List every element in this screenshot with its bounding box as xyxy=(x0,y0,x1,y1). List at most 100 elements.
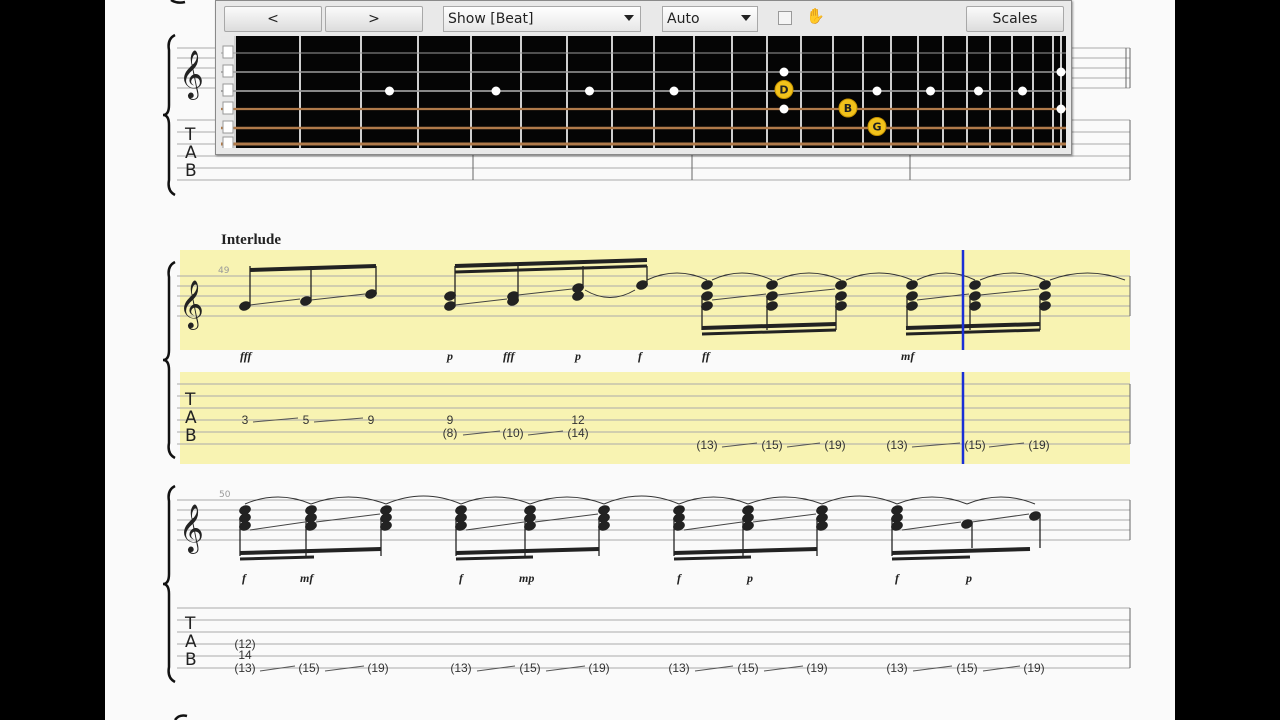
tab-fret-number: (15) xyxy=(956,661,977,675)
tab-fret-number: (13) xyxy=(886,438,907,452)
tab-fret-number: (13) xyxy=(450,661,471,675)
tab-fret-number: (19) xyxy=(588,661,609,675)
tab-fret-number: 9 xyxy=(368,413,375,427)
slide-line xyxy=(465,521,525,531)
scales-button[interactable]: Scales xyxy=(966,6,1064,32)
inlay-dot xyxy=(872,86,882,96)
open-string-marker xyxy=(222,136,234,148)
beam xyxy=(239,547,382,555)
inlay-dot xyxy=(385,86,394,96)
system-brace xyxy=(173,714,188,720)
tab-fret-number: 9 xyxy=(447,413,454,427)
tab-fret-number: (10) xyxy=(502,426,523,440)
hand-icon[interactable]: ✋ xyxy=(806,7,825,25)
measure-number: 49 xyxy=(218,266,230,276)
measure-number: 50 xyxy=(219,490,231,500)
section-label: Interlude xyxy=(221,232,281,248)
dynamic-mark: p xyxy=(574,349,581,363)
tab-fret-number: (19) xyxy=(1023,661,1044,675)
beam xyxy=(239,555,315,561)
show-mode-select[interactable]: Show [Beat] xyxy=(443,6,641,32)
chevron-down-icon xyxy=(624,15,634,21)
tab-fret-number: (15) xyxy=(761,438,782,452)
inlay-dot xyxy=(1056,104,1066,114)
show-mode-value: Show [Beat] xyxy=(448,11,534,27)
tab-fret-number: (13) xyxy=(234,661,255,675)
tab-fret-number: 5 xyxy=(303,413,310,427)
measure-highlight xyxy=(180,250,1130,350)
system-brace xyxy=(162,33,176,197)
open-string-marker xyxy=(222,64,234,78)
prev-beat-button[interactable]: < xyxy=(224,6,322,32)
tab-fret-number: (15) xyxy=(519,661,540,675)
inlay-dot xyxy=(491,86,501,96)
dynamic-mark: mf xyxy=(300,571,314,585)
tab-fret-number: (13) xyxy=(886,661,907,675)
tab-fret-number: (14) xyxy=(567,426,588,440)
inlay-dot xyxy=(974,86,983,96)
tab-fret-number: 3 xyxy=(242,413,249,427)
slide-line xyxy=(971,513,1030,523)
fretboard-note-label: D xyxy=(779,84,788,97)
tab-fret-number: 14 xyxy=(238,648,252,662)
slide-line xyxy=(315,513,381,523)
auto-mode-value: Auto xyxy=(667,11,700,27)
dynamic-mark: p xyxy=(746,571,753,585)
slide-line xyxy=(683,521,743,531)
dynamic-mark: f xyxy=(638,349,643,363)
system-brace xyxy=(170,0,186,4)
next-beat-button[interactable]: > xyxy=(325,6,423,32)
system-brace xyxy=(162,484,176,684)
dynamic-mark: ff xyxy=(702,349,711,363)
measure-highlight xyxy=(180,372,1130,464)
slide-line xyxy=(249,521,306,531)
beam xyxy=(455,547,600,555)
fretboard-note-label: G xyxy=(872,121,881,134)
tab-clef-letter: A xyxy=(185,408,197,428)
inlay-dot xyxy=(1018,86,1027,96)
dynamic-mark: f xyxy=(459,571,464,585)
tab-clef-letter: T xyxy=(184,390,196,410)
slide-line xyxy=(901,521,962,531)
tab-fret-number: 12 xyxy=(571,413,585,427)
auto-mode-select[interactable]: Auto xyxy=(662,6,758,32)
dynamic-mark: p xyxy=(446,349,453,363)
open-string-marker xyxy=(222,120,234,134)
slide-line xyxy=(534,513,599,523)
tab-clef-letter: A xyxy=(185,143,197,163)
beam xyxy=(891,547,1031,555)
tab-fret-number: (8) xyxy=(443,426,458,440)
beam xyxy=(455,555,534,561)
fretboard[interactable]: D B G xyxy=(221,36,1066,148)
dynamic-mark: fff xyxy=(240,349,253,363)
dynamic-mark: f xyxy=(242,571,247,585)
open-string-marker xyxy=(222,83,234,97)
tab-clef-letter: B xyxy=(185,426,197,446)
tab-fret-number: (15) xyxy=(737,661,758,675)
tab-fret-number: (19) xyxy=(1028,438,1049,452)
option-checkbox[interactable] xyxy=(778,11,792,25)
tab-clef-letter: B xyxy=(185,650,197,670)
dynamic-mark: p xyxy=(965,571,972,585)
tab-fret-number: (19) xyxy=(367,661,388,675)
dynamic-mark: f xyxy=(677,571,682,585)
tab-clef-letter: A xyxy=(185,632,197,652)
dynamic-mark: f xyxy=(895,571,900,585)
beam xyxy=(891,555,971,561)
slide-line xyxy=(752,513,817,523)
dynamic-mark: mf xyxy=(901,349,915,363)
treble-clef: 𝄞 xyxy=(179,49,204,100)
tab-fret-number: (15) xyxy=(298,661,319,675)
tab-clef-letter: T xyxy=(184,614,196,634)
inlay-dot xyxy=(585,86,594,96)
tab-fret-number: (13) xyxy=(696,438,717,452)
system-brace xyxy=(162,260,176,460)
inlay-dot xyxy=(779,67,789,77)
treble-clef: 𝄞 xyxy=(179,503,204,554)
tab-fret-number: (13) xyxy=(668,661,689,675)
inlay-dot xyxy=(779,104,789,114)
open-string-marker xyxy=(222,45,234,59)
chevron-down-icon xyxy=(741,15,751,21)
beam xyxy=(673,555,752,561)
tab-fret-number: (15) xyxy=(964,438,985,452)
